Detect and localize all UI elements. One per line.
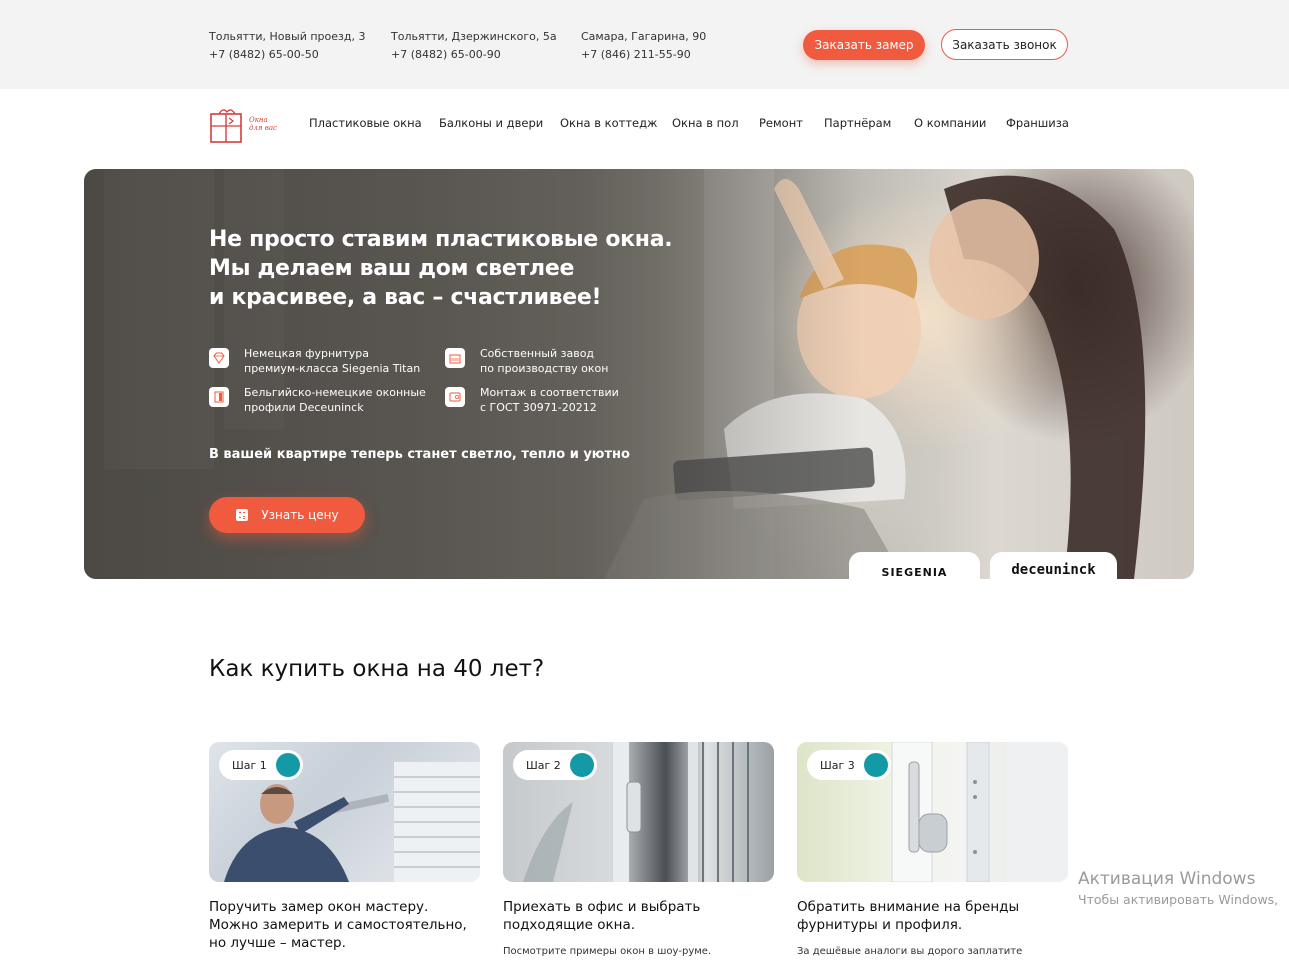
feature-text: по производству окон <box>480 362 609 375</box>
step-description: Поручить замер окон мастеру. Можно замер… <box>209 899 467 951</box>
feature-item: Немецкая фурнитура премиум-класса Siegen… <box>209 346 420 376</box>
phone-link[interactable]: +7 (846) 211-55-90 <box>581 46 706 64</box>
address-text: Самара, Гагарина, 90 <box>581 30 707 43</box>
hero-banner: Не просто ставим пластиковые окна. Мы де… <box>84 169 1194 579</box>
factory-icon <box>445 348 465 368</box>
top-bar: Тольятти, Новый проезд, 3 +7 (8482) 65-0… <box>0 0 1289 89</box>
step-card: Шаг 3 Обратить внимание на бренды фурнит… <box>797 742 1068 957</box>
nav-item-about[interactable]: О компании <box>914 116 986 130</box>
step-description: Обратить внимание на бренды фурнитуры и … <box>797 899 1020 933</box>
nav-item-cottage-windows[interactable]: Окна в коттедж <box>560 116 657 130</box>
feature-item: Бельгийско-немецкие оконные профили Dece… <box>209 385 426 415</box>
nav-item-plastic-windows[interactable]: Пластиковые окна <box>309 116 422 130</box>
section-title: Как купить окна на 40 лет? <box>209 656 545 682</box>
logo-window-icon <box>210 109 242 143</box>
step-badge: Шаг 3 <box>807 750 891 780</box>
logo-line-1: Окна <box>249 116 268 124</box>
nav-item-balconies-doors[interactable]: Балконы и двери <box>439 116 543 130</box>
nav-item-partners[interactable]: Партнёрам <box>824 116 891 130</box>
diamond-icon <box>209 348 229 368</box>
phone-link[interactable]: +7 (8482) 65-00-50 <box>209 46 365 64</box>
address-block-3: Самара, Гагарина, 90 +7 (846) 211-55-90 <box>581 28 706 64</box>
siegenia-logo: SIEGENIA <box>849 552 980 579</box>
step-badge: Шаг 1 <box>219 750 303 780</box>
feature-text: Монтаж в соответствии <box>480 386 619 399</box>
step-image: Шаг 1 <box>209 742 480 882</box>
calculator-icon <box>236 509 249 521</box>
get-price-button[interactable]: Узнать цену <box>209 497 365 533</box>
feature-text: премиум-класса Siegenia Titan <box>244 362 421 375</box>
address-text: Тольятти, Новый проезд, 3 <box>209 30 366 43</box>
logo-text: Окна для вас <box>249 116 277 132</box>
step-description: Приехать в офис и выбрать подходящие окн… <box>503 899 701 933</box>
step-label: Шаг 1 <box>232 758 267 772</box>
logo-line-2: для вас <box>249 124 277 132</box>
phone-link[interactable]: +7 (8482) 65-00-90 <box>391 46 557 64</box>
order-call-button[interactable]: Заказать звонок <box>941 29 1068 60</box>
watermark-subtitle: Чтобы активировать Windows, <box>1078 892 1279 907</box>
address-text: Тольятти, Дзержинского, 5а <box>391 30 557 43</box>
step-dot <box>864 753 888 777</box>
step-dot <box>570 753 594 777</box>
order-measure-button[interactable]: Заказать замер <box>803 30 925 60</box>
feature-text: Немецкая фурнитура <box>244 347 369 360</box>
nav-item-repair[interactable]: Ремонт <box>759 116 803 130</box>
step-label: Шаг 3 <box>820 758 855 772</box>
window-profile-icon <box>209 387 229 407</box>
step-note: За дешёвые аналоги вы дорого заплатите <box>797 946 1023 957</box>
step-image: Шаг 2 <box>503 742 774 882</box>
feature-item: Собственный завод по производству окон <box>445 346 608 376</box>
watermark-title: Активация Windows <box>1078 869 1256 889</box>
step-note: Посмотрите примеры окон в шоу-руме. <box>503 946 712 957</box>
deceuninck-logo: deceuninck <box>990 552 1117 579</box>
step-card: Шаг 2 Приехать в офис и выбрать подходящ… <box>503 742 774 957</box>
hero-title-line: Не просто ставим пластиковые окна. <box>209 227 673 252</box>
certificate-icon <box>445 387 465 407</box>
step-dot <box>276 753 300 777</box>
hero-title: Не просто ставим пластиковые окна. Мы де… <box>209 225 673 312</box>
nav-item-floor-windows[interactable]: Окна в пол <box>672 116 739 130</box>
feature-text: Бельгийско-немецкие оконные <box>244 386 426 399</box>
address-block-1: Тольятти, Новый проезд, 3 +7 (8482) 65-0… <box>209 28 365 64</box>
windows-activation-watermark: Активация Windows Чтобы активировать Win… <box>1078 869 1278 907</box>
feature-item: Монтаж в соответствии с ГОСТ 30971-20212 <box>445 385 619 415</box>
hero-title-line: Мы делаем ваш дом светлее <box>209 256 575 281</box>
feature-text: профили Deceuninck <box>244 401 364 414</box>
step-badge: Шаг 2 <box>513 750 597 780</box>
feature-text: Собственный завод <box>480 347 595 360</box>
nav-item-franchise[interactable]: Франшиза <box>1006 116 1069 130</box>
logo[interactable]: Окна для вас <box>209 106 281 144</box>
step-card: Шаг 1 Поручить замер окон мастеру. Можно… <box>209 742 480 952</box>
step-label: Шаг 2 <box>526 758 561 772</box>
feature-text: с ГОСТ 30971-20212 <box>480 401 597 414</box>
step-image: Шаг 3 <box>797 742 1068 882</box>
hero-title-line: и красивее, а вас – счастливее! <box>209 285 602 310</box>
address-block-2: Тольятти, Дзержинского, 5а +7 (8482) 65-… <box>391 28 557 64</box>
hero-subtitle: В вашей квартире теперь станет светло, т… <box>209 447 630 462</box>
get-price-label: Узнать цену <box>261 508 339 522</box>
